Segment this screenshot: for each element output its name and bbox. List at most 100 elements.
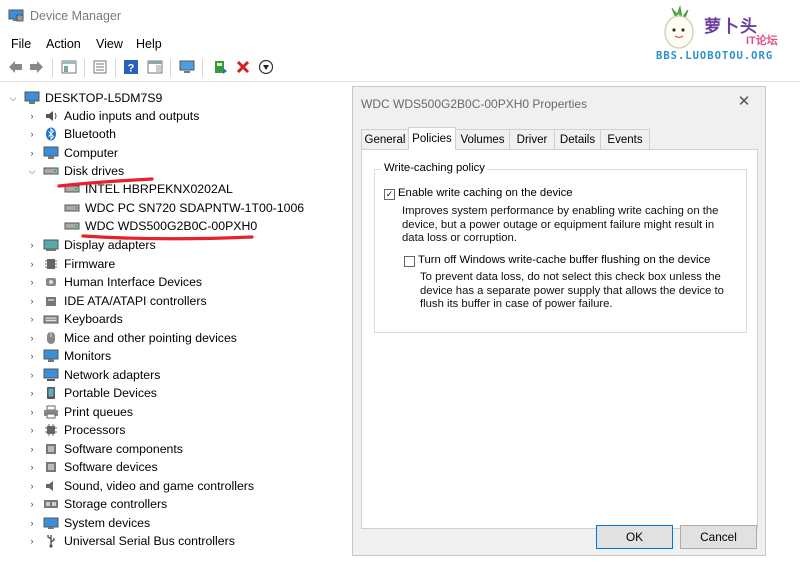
usb-icon — [43, 534, 59, 548]
tree-item-system-devices[interactable]: › System devices — [27, 514, 151, 532]
properties-button[interactable] — [91, 58, 109, 76]
device-tree[interactable]: ⌵ DESKTOP-L5DM7S9 › Audio inputs and out… — [0, 88, 350, 558]
chevron-down-icon[interactable]: ⌵ — [8, 93, 18, 103]
chevron-right-icon[interactable]: › — [27, 240, 37, 250]
hid-icon — [43, 275, 59, 289]
network-adapter-icon — [43, 368, 59, 382]
menu-help[interactable]: Help — [136, 37, 162, 51]
software-device-icon — [43, 460, 59, 474]
tree-item-usb[interactable]: › Universal Serial Bus controllers — [27, 532, 235, 550]
chevron-right-icon[interactable]: › — [27, 370, 37, 380]
action-pane-button[interactable] — [146, 58, 164, 76]
computer-icon — [24, 91, 40, 105]
tab-volumes[interactable]: Volumes — [455, 129, 510, 149]
menu-action[interactable]: Action — [46, 37, 81, 51]
window-title: Device Manager — [30, 9, 122, 23]
tree-item-label: Storage controllers — [64, 497, 168, 511]
tree-item-disk-wdc-sn720[interactable]: WDC PC SN720 SDAPNTW-1T00-1006 — [64, 199, 304, 217]
chevron-right-icon[interactable]: › — [27, 499, 37, 509]
chevron-right-icon[interactable]: › — [27, 351, 37, 361]
toolbar-divider — [0, 81, 800, 82]
tree-item-ide[interactable]: › IDE ATA/ATAPI controllers — [27, 292, 207, 310]
chevron-right-icon[interactable]: › — [27, 407, 37, 417]
turn-off-buffer-flushing-label[interactable]: Turn off Windows write-cache buffer flus… — [418, 254, 710, 266]
show-hide-console-tree-button[interactable] — [60, 58, 78, 76]
scan-hardware-changes-button[interactable] — [178, 58, 196, 76]
tree-item-label: Human Interface Devices — [64, 275, 203, 289]
tab-events[interactable]: Events — [600, 129, 650, 149]
chevron-right-icon[interactable]: › — [27, 296, 37, 306]
tree-item-label: Software components — [64, 442, 183, 456]
help-button[interactable]: ? — [122, 58, 140, 76]
tab-policies[interactable]: Policies — [408, 127, 456, 150]
enable-write-caching-checkbox[interactable]: ✓ — [384, 189, 395, 200]
tree-item-network-adapters[interactable]: › Network adapters — [27, 366, 161, 384]
chevron-right-icon[interactable]: › — [27, 481, 37, 491]
turn-off-buffer-flushing-checkbox[interactable] — [404, 256, 415, 267]
update-driver-button[interactable] — [211, 58, 229, 76]
tree-item-software-devices[interactable]: › Software devices — [27, 458, 158, 476]
chevron-down-icon[interactable]: ⌵ — [27, 166, 37, 176]
tab-general[interactable]: General — [361, 129, 409, 149]
tree-item-print-queues[interactable]: › Print queues — [27, 403, 134, 421]
tree-item-mice[interactable]: › Mice and other pointing devices — [27, 329, 237, 347]
keyboard-icon — [43, 312, 59, 326]
tree-item-software-components[interactable]: › Software components — [27, 440, 183, 458]
tree-item-label: System devices — [64, 516, 151, 530]
radish-mascot-icon — [664, 5, 694, 49]
tree-item-label: Network adapters — [64, 368, 161, 382]
chevron-right-icon[interactable]: › — [27, 314, 37, 324]
device-manager-icon — [8, 9, 24, 22]
cancel-button[interactable]: Cancel — [680, 525, 757, 549]
chevron-right-icon[interactable]: › — [27, 536, 37, 546]
chevron-right-icon[interactable]: › — [27, 518, 37, 528]
tree-item-audio[interactable]: › Audio inputs and outputs — [27, 107, 200, 125]
tree-root[interactable]: ⌵ DESKTOP-L5DM7S9 — [8, 89, 163, 107]
uninstall-device-button[interactable] — [234, 58, 252, 76]
printer-icon — [43, 405, 59, 419]
action-pane-icon — [147, 60, 163, 74]
help-icon: ? — [124, 60, 138, 75]
red-annotation-underline — [81, 234, 254, 241]
tree-item-hid[interactable]: › Human Interface Devices — [27, 273, 203, 291]
processor-icon — [43, 423, 59, 437]
tree-item-label: Audio inputs and outputs — [64, 109, 200, 123]
svg-text:?: ? — [128, 63, 135, 75]
portable-device-icon — [43, 386, 59, 400]
ok-button[interactable]: OK — [596, 525, 673, 549]
tab-driver[interactable]: Driver — [509, 129, 555, 149]
tree-item-sound[interactable]: › Sound, video and game controllers — [27, 477, 255, 495]
back-button[interactable] — [6, 58, 24, 76]
chevron-right-icon[interactable]: › — [27, 129, 37, 139]
chevron-right-icon[interactable]: › — [27, 111, 37, 121]
red-x-icon — [236, 60, 250, 74]
tree-item-portable-devices[interactable]: › Portable Devices — [27, 384, 157, 402]
chevron-right-icon[interactable]: › — [27, 259, 37, 269]
chevron-right-icon[interactable]: › — [27, 462, 37, 472]
bluetooth-icon — [43, 127, 59, 141]
tab-details[interactable]: Details — [554, 129, 601, 149]
close-icon[interactable]: ✕ — [737, 94, 751, 109]
tree-item-bluetooth[interactable]: › Bluetooth — [27, 125, 116, 143]
tree-item-firmware[interactable]: › Firmware — [27, 255, 116, 273]
tree-item-label: Computer — [64, 146, 118, 160]
chevron-right-icon[interactable]: › — [27, 277, 37, 287]
tree-item-computer[interactable]: › Computer — [27, 144, 119, 162]
enable-write-caching-label[interactable]: Enable write caching on the device — [398, 187, 573, 199]
firmware-icon — [43, 257, 59, 271]
tree-item-processors[interactable]: › Processors — [27, 421, 126, 439]
tree-item-storage-controllers[interactable]: › Storage controllers — [27, 495, 168, 513]
tree-item-label: IDE ATA/ATAPI controllers — [64, 294, 207, 308]
chevron-right-icon[interactable]: › — [27, 148, 37, 158]
tree-item-monitors[interactable]: › Monitors — [27, 347, 112, 365]
group-title: Write-caching policy — [381, 162, 488, 174]
chevron-right-icon[interactable]: › — [27, 333, 37, 343]
tree-item-keyboards[interactable]: › Keyboards — [27, 310, 123, 328]
menu-view[interactable]: View — [96, 37, 123, 51]
disable-device-button[interactable] — [257, 58, 275, 76]
menu-file[interactable]: File — [11, 37, 31, 51]
chevron-right-icon[interactable]: › — [27, 425, 37, 435]
forward-button[interactable] — [28, 58, 46, 76]
chevron-right-icon[interactable]: › — [27, 388, 37, 398]
chevron-right-icon[interactable]: › — [27, 444, 37, 454]
